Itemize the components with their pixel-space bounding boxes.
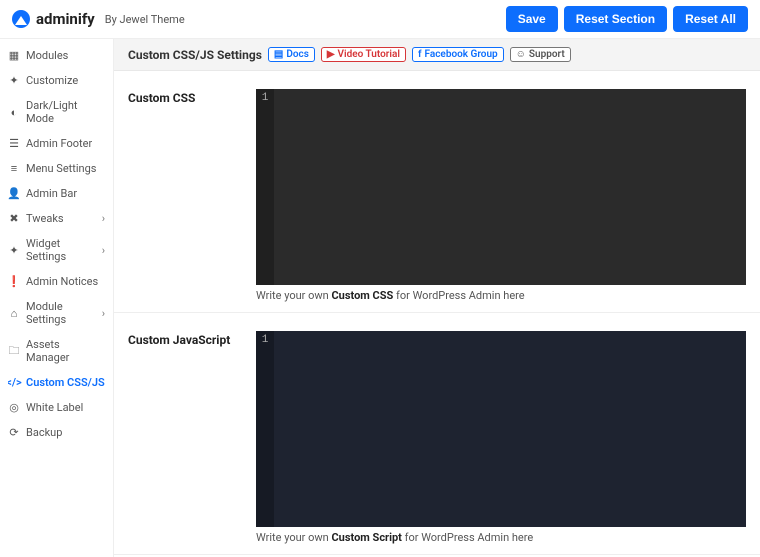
chip-label: Support — [529, 49, 565, 60]
sidebar-item-modules[interactable]: ▦ Modules — [0, 43, 113, 68]
custom-css-body: 1 Write your own Custom CSS for WordPres… — [256, 89, 746, 302]
brand: adminify By Jewel Theme — [12, 10, 185, 28]
sidebar-item-white-label[interactable]: ◎ White Label — [0, 395, 113, 420]
logo-icon — [12, 10, 30, 28]
custom-css-editor[interactable]: 1 — [256, 89, 746, 285]
play-icon: ▶ — [327, 49, 335, 60]
sidebar-item-customize[interactable]: ✦ Customize — [0, 68, 113, 93]
reset-all-button[interactable]: Reset All — [673, 6, 748, 32]
customize-icon: ✦ — [8, 75, 20, 87]
notices-icon: ❗ — [8, 276, 20, 288]
custom-css-hint: Write your own Custom CSS for WordPress … — [256, 289, 746, 302]
line-gutter: 1 — [256, 89, 274, 285]
custom-js-editor[interactable]: 1 — [256, 331, 746, 527]
backup-icon: ⟳ — [8, 427, 20, 439]
sidebar-label: Customize — [26, 74, 78, 87]
sidebar-item-backup[interactable]: ⟳ Backup — [0, 420, 113, 445]
sidebar-label: Modules — [26, 49, 68, 62]
hint-bold: Custom CSS — [331, 289, 393, 302]
chip-label: Video Tutorial — [338, 49, 400, 60]
sidebar-label: Custom CSS/JS — [26, 376, 105, 389]
sidebar-label: Widget Settings — [26, 237, 102, 263]
hint-text: for WordPress Admin here — [393, 289, 524, 302]
header-actions: Save Reset Section Reset All — [506, 6, 748, 32]
custom-js-label: Custom JavaScript — [128, 331, 248, 544]
custom-css-panel: Custom CSS 1 Write your own Custom CSS f… — [114, 71, 760, 313]
reset-section-button[interactable]: Reset Section — [564, 6, 667, 32]
menu-icon: ≡ — [8, 163, 20, 175]
sidebar-item-tweaks[interactable]: ✖ Tweaks › — [0, 206, 113, 231]
chevron-right-icon: › — [102, 244, 105, 257]
sidebar-label: Assets Manager — [26, 338, 105, 364]
sidebar-item-theme-mode[interactable]: ◐ Dark/Light Mode — [0, 93, 113, 131]
module-settings-icon: ⌂ — [8, 307, 20, 319]
hint-bold: Custom Script — [331, 531, 401, 544]
sidebar-label: Dark/Light Mode — [26, 99, 105, 125]
sidebar-label: Backup — [26, 426, 62, 439]
support-icon: ☺ — [516, 49, 526, 60]
line-number: 1 — [262, 92, 269, 104]
assets-icon: 🗀 — [8, 345, 20, 357]
sidebar-item-admin-notices[interactable]: ❗ Admin Notices — [0, 269, 113, 294]
facebook-icon: f — [418, 49, 422, 60]
custom-css-label: Custom CSS — [128, 89, 248, 302]
save-button[interactable]: Save — [506, 6, 558, 32]
sidebar-label: Menu Settings — [26, 162, 96, 175]
tweaks-icon: ✖ — [8, 213, 20, 225]
video-tutorial-link[interactable]: ▶ Video Tutorial — [321, 47, 406, 62]
custom-css-input[interactable] — [274, 89, 746, 285]
widget-icon: ✦ — [8, 244, 20, 256]
line-number: 1 — [262, 334, 269, 346]
chevron-right-icon: › — [102, 307, 105, 320]
modules-icon: ▦ — [8, 50, 20, 62]
sidebar-label: Admin Bar — [26, 187, 77, 200]
sidebar-item-menu-settings[interactable]: ≡ Menu Settings — [0, 156, 113, 181]
chip-label: Docs — [286, 49, 309, 60]
sidebar-label: Admin Footer — [26, 137, 92, 150]
sidebar-item-module-settings[interactable]: ⌂ Module Settings › — [0, 294, 113, 332]
sidebar-label: Admin Notices — [26, 275, 98, 288]
support-link[interactable]: ☺ Support — [510, 47, 571, 62]
brand-byline: By Jewel Theme — [105, 13, 185, 26]
section-title: Custom CSS/JS Settings — [128, 48, 262, 62]
sidebar-item-admin-footer[interactable]: ☰ Admin Footer — [0, 131, 113, 156]
facebook-group-link[interactable]: f Facebook Group — [412, 47, 504, 62]
sidebar-label: Module Settings — [26, 300, 102, 326]
docs-link[interactable]: ▤ Docs — [268, 47, 315, 62]
custom-js-panel: Custom JavaScript 1 Write your own Custo… — [114, 313, 760, 555]
sidebar-label: White Label — [26, 401, 83, 414]
custom-js-hint: Write your own Custom Script for WordPre… — [256, 531, 746, 544]
section-header: Custom CSS/JS Settings ▤ Docs ▶ Video Tu… — [114, 39, 760, 71]
theme-mode-icon: ◐ — [8, 106, 20, 118]
sidebar-item-widget-settings[interactable]: ✦ Widget Settings › — [0, 231, 113, 269]
chip-label: Facebook Group — [425, 49, 498, 60]
line-gutter: 1 — [256, 331, 274, 527]
app-header: adminify By Jewel Theme Save Reset Secti… — [0, 0, 760, 39]
code-icon: </> — [8, 377, 20, 389]
hint-text: Write your own — [256, 531, 331, 544]
app-layout: ▦ Modules ✦ Customize ◐ Dark/Light Mode ☰ Ad… — [0, 39, 760, 557]
sidebar: ▦ Modules ✦ Customize ◐ Dark/Light Mode ☰ Ad… — [0, 39, 114, 557]
sidebar-item-custom-css-js[interactable]: </> Custom CSS/JS — [0, 370, 113, 395]
hint-text: for WordPress Admin here — [402, 531, 533, 544]
sidebar-item-assets-manager[interactable]: 🗀 Assets Manager — [0, 332, 113, 370]
sidebar-item-admin-bar[interactable]: 👤 Admin Bar — [0, 181, 113, 206]
custom-js-body: 1 Write your own Custom Script for WordP… — [256, 331, 746, 544]
brand-name: adminify — [36, 10, 95, 28]
hint-text: Write your own — [256, 289, 331, 302]
sidebar-label: Tweaks — [26, 212, 64, 225]
footer-icon: ☰ — [8, 138, 20, 150]
admin-bar-icon: 👤 — [8, 188, 20, 200]
main-content: Custom CSS/JS Settings ▤ Docs ▶ Video Tu… — [114, 39, 760, 557]
chevron-right-icon: › — [102, 212, 105, 225]
white-label-icon: ◎ — [8, 402, 20, 414]
custom-js-input[interactable] — [274, 331, 746, 527]
book-icon: ▤ — [274, 49, 283, 60]
